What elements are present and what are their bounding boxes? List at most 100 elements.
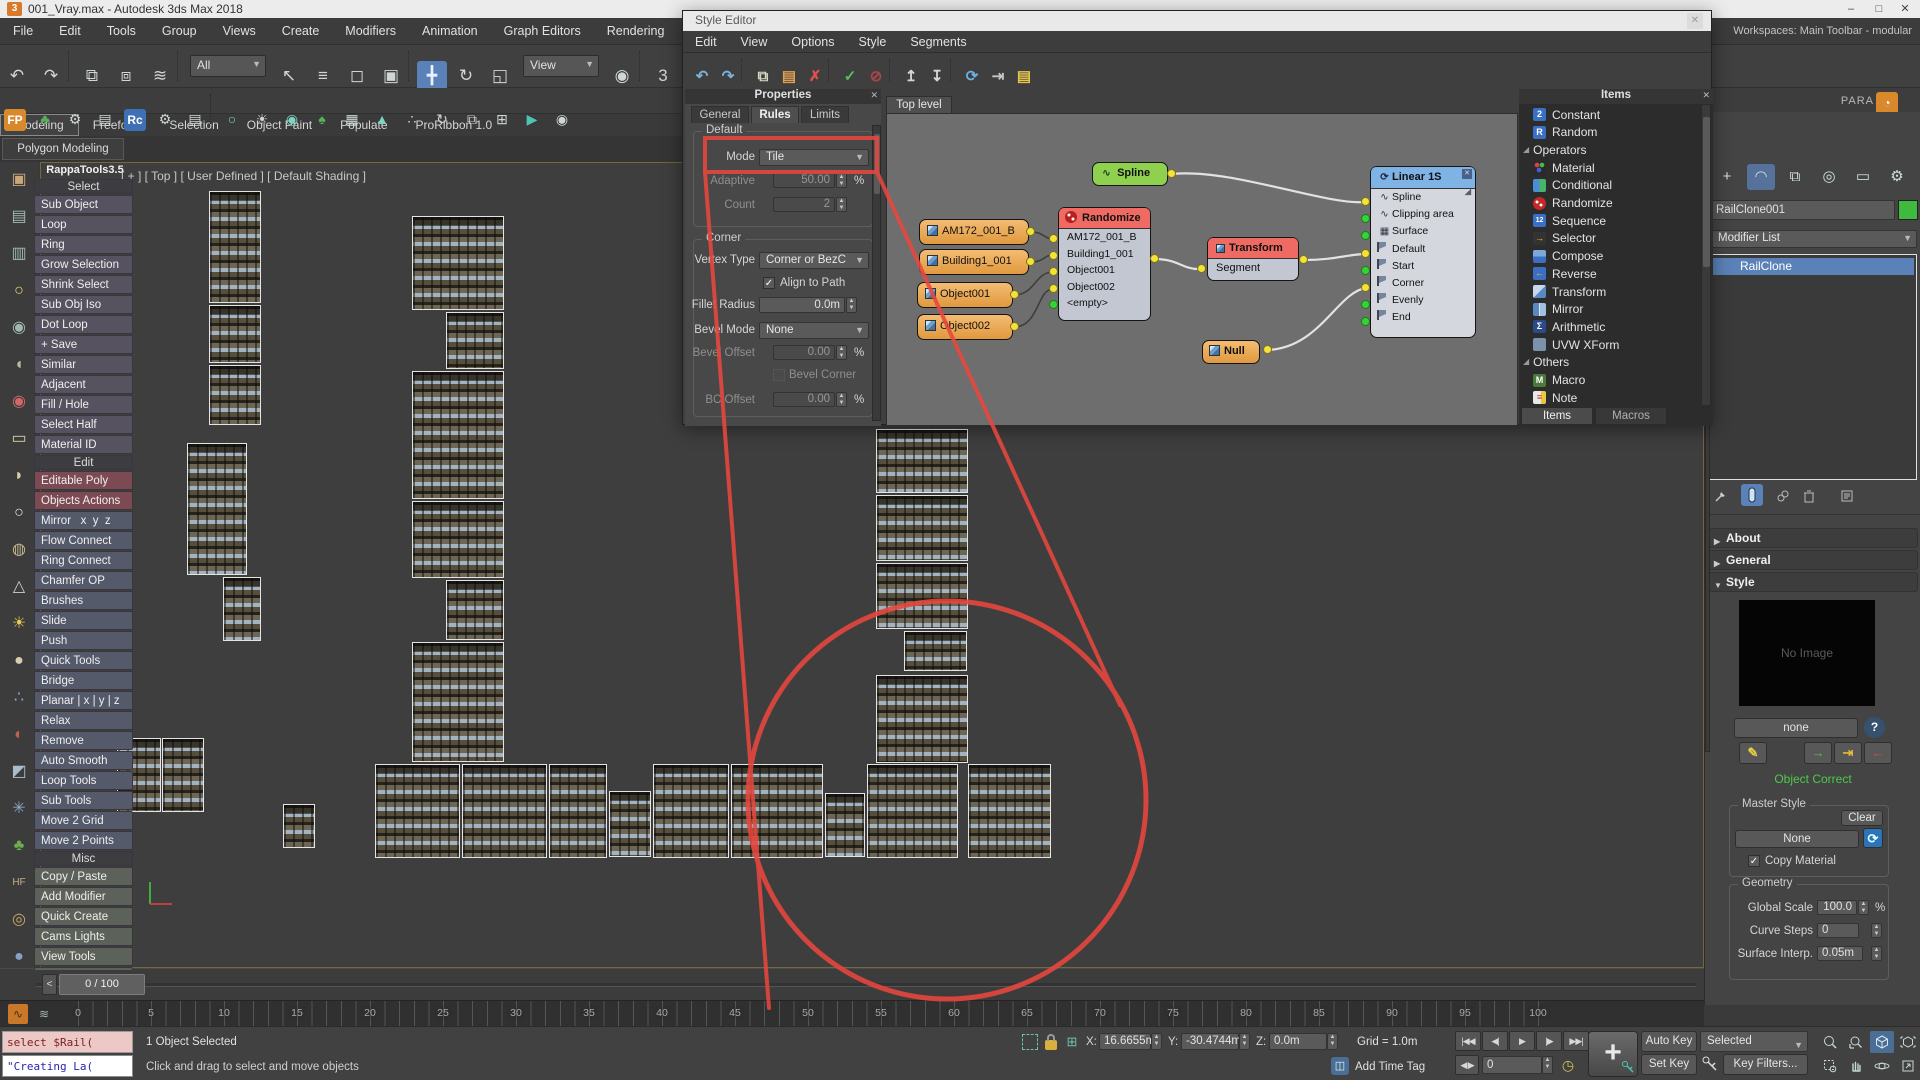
rappatools-planar-x-y-z[interactable]: Planar | x | y | z (34, 691, 133, 710)
key-mode-toggle[interactable]: ◀ ▶ (1455, 1055, 1479, 1075)
items-group-operators[interactable]: ◢Operators (1521, 141, 1699, 158)
zoom-icon[interactable] (1818, 1031, 1842, 1053)
make-unique-icon[interactable] (1775, 488, 1791, 504)
transform-input-port[interactable] (1197, 264, 1206, 273)
rc-button[interactable]: Rc (124, 109, 146, 131)
modify-tab[interactable]: ◠ (1747, 164, 1775, 190)
curve-steps-spinner[interactable]: ▲▼ (1871, 923, 1882, 938)
se-menu-view[interactable]: View (729, 31, 780, 49)
time-configuration-icon[interactable]: ◷ (1558, 1055, 1578, 1075)
menu-tools[interactable]: Tools (94, 18, 149, 38)
undo-icon[interactable]: ↶ (690, 65, 714, 89)
para-icon[interactable]: ◔ (1876, 92, 1898, 114)
object-name-field[interactable]: RailClone001 (1711, 200, 1895, 220)
fillet-radius-field[interactable]: 0.0m (759, 297, 845, 313)
display-tab[interactable]: ▭ (1849, 164, 1877, 190)
generator-input-port[interactable] (1361, 266, 1370, 275)
adaptive-spinner[interactable]: ▲▼ (836, 173, 847, 188)
motion-tab[interactable]: ◎ (1815, 164, 1843, 190)
maximize-button[interactable]: □ (1866, 1, 1892, 17)
align-to-path-checkbox[interactable]: ✓ (763, 277, 775, 289)
frame-spinner[interactable]: ▲▼ (1542, 1056, 1553, 1074)
current-frame-field[interactable]: 0 (1482, 1056, 1542, 1074)
bevel-mode-dropdown[interactable]: None▼ (759, 322, 869, 339)
source-output-port[interactable] (1010, 290, 1019, 299)
time-tag-cube-icon[interactable]: ◫ (1331, 1057, 1349, 1075)
menu-animation[interactable]: Animation (409, 18, 491, 38)
se-menu-edit[interactable]: Edit (683, 31, 729, 49)
generator-input-port[interactable] (1361, 249, 1370, 258)
se-menu-style[interactable]: Style (847, 31, 899, 49)
rappatools-move-2-points[interactable]: Move 2 Points (34, 831, 133, 850)
key-icon[interactable] (1700, 1054, 1720, 1075)
item-constant[interactable]: 2Constant (1533, 106, 1711, 123)
node-close-icon[interactable]: ✕ (1462, 169, 1472, 179)
rappatools-copy-paste[interactable]: Copy / Paste (34, 867, 133, 886)
copy-icon[interactable]: ⧉ (751, 65, 775, 89)
properties-scrollbar[interactable] (872, 125, 881, 421)
bevel-corner-checkbox[interactable] (773, 369, 785, 381)
layers-icon[interactable]: ⧉ (461, 108, 483, 130)
sphere-icon[interactable]: ● (4, 647, 34, 675)
style-editor-titlebar[interactable]: Style Editor ✕ (683, 11, 1711, 31)
discard-icon[interactable]: ⊘ (864, 65, 888, 89)
select-link-icon[interactable]: ⧉ (77, 61, 107, 91)
rappatools-dot-loop[interactable]: Dot Loop (34, 315, 133, 334)
pan-hand-icon[interactable] (1844, 1055, 1868, 1077)
rappatools-bridge[interactable]: Bridge (34, 671, 133, 690)
menu-modifiers[interactable]: Modifiers (332, 18, 409, 38)
go-end-button[interactable]: ▶▶| (1563, 1031, 1589, 1051)
rappatools-ring[interactable]: Ring (34, 235, 133, 254)
prev-frame-button[interactable]: ◀| (1482, 1031, 1508, 1051)
rappatools-move-2-grid[interactable]: Move 2 Grid (34, 811, 133, 830)
hierarchy-tab[interactable]: ⧉ (1781, 164, 1809, 190)
rappatools--save[interactable]: + Save (34, 335, 133, 354)
plane-icon[interactable]: ▭ (4, 425, 34, 453)
selection-lock-icon[interactable] (1045, 1040, 1057, 1050)
track-bar[interactable]: ∿ ≋ 051015202530354045505560657075808590… (0, 1000, 1704, 1026)
utilities-tab[interactable]: ⚙ (1883, 164, 1911, 190)
camera-plus-icon[interactable]: ◉ (551, 108, 573, 130)
se-menu-options[interactable]: Options (779, 31, 846, 49)
blue-sphere-icon[interactable]: ● (4, 943, 34, 971)
count-field[interactable]: 2 (773, 197, 835, 212)
rappatools-adjacent[interactable]: Adjacent (34, 375, 133, 394)
notes-icon[interactable]: ▤ (1012, 65, 1036, 89)
node-randomize[interactable]: Randomize AM172_001_BBuilding1_001Object… (1058, 207, 1151, 321)
rect-selection-icon[interactable]: ◻ (342, 61, 372, 91)
items-close-icon[interactable]: ✕ (1702, 90, 1710, 101)
camera-icon[interactable]: ◉ (281, 108, 303, 130)
items-group-others[interactable]: ◢Others (1521, 354, 1699, 371)
rappatools-brushes[interactable]: Brushes (34, 591, 133, 610)
surface-interp-spinner[interactable]: ▲▼ (1871, 946, 1882, 961)
paste-icon[interactable]: ▤ (777, 65, 801, 89)
rappatools-loop-tools[interactable]: Loop Tools (34, 771, 133, 790)
randomize-input-port[interactable] (1049, 284, 1058, 293)
rappatools-quick-tools[interactable]: Quick Tools (34, 651, 133, 670)
node-null[interactable]: Null (1202, 340, 1260, 364)
rappatools-editable-poly[interactable]: Editable Poly (34, 471, 133, 490)
master-style-none-button[interactable]: None (1735, 830, 1859, 848)
rappatools-push[interactable]: Push (34, 631, 133, 650)
style-editor-close-icon[interactable]: ✕ (1687, 13, 1703, 29)
item-randomize[interactable]: Randomize (1533, 195, 1711, 212)
rollout-general[interactable]: ▶General (1707, 550, 1918, 570)
rappatools-sub-tools[interactable]: Sub Tools (34, 791, 133, 810)
rappatools-sub-object[interactable]: Sub Object (34, 195, 133, 214)
rappatools-auto-smooth[interactable]: Auto Smooth (34, 751, 133, 770)
x-spinner[interactable]: ▲▼ (1151, 1033, 1162, 1050)
selection-set-dropdown[interactable]: Selected▼ (1700, 1031, 1808, 1052)
count-spinner[interactable]: ▲▼ (836, 197, 847, 212)
redo-icon[interactable]: ↷ (716, 65, 740, 89)
absolute-offset-toggle-icon[interactable]: ⊞ (1064, 1034, 1080, 1050)
item-random[interactable]: RRandom (1533, 124, 1711, 141)
redo-icon[interactable]: ↷ (36, 61, 66, 91)
items-panel-tab-items[interactable]: Items (1521, 407, 1593, 425)
clear-button[interactable]: Clear (1841, 810, 1883, 826)
refresh-master-icon[interactable]: ⟳ (1863, 828, 1883, 848)
zoom-extents-all-icon[interactable] (1896, 1031, 1920, 1053)
z-coordinate-field[interactable]: 0.0m (1269, 1033, 1327, 1050)
maximize-viewport-icon[interactable] (1896, 1055, 1920, 1077)
help-icon[interactable]: ? (1864, 717, 1885, 738)
item-material[interactable]: Material (1533, 159, 1711, 176)
